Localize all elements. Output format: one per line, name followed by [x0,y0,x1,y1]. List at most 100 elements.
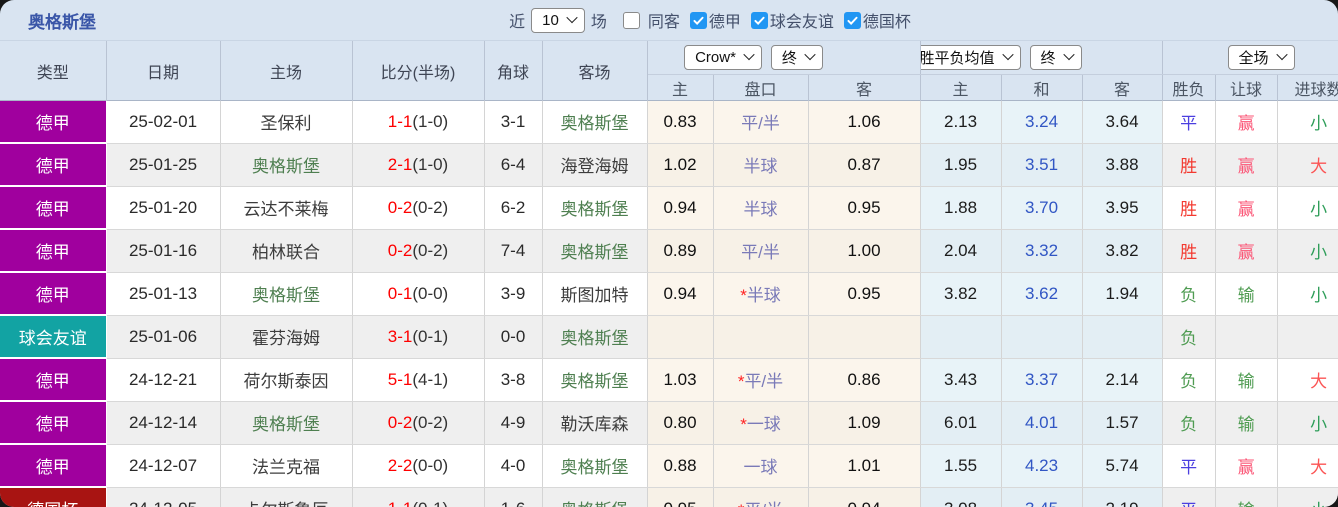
odds-home-cell: 1.03 [647,358,714,402]
handicap-result-value: 赢 [1237,243,1255,262]
away-team-cell: 斯图加特 [542,272,648,316]
filter-group: 同客 德甲 球会友谊 德国杯 [613,8,911,32]
handicap-result-value: 输 [1238,501,1255,507]
odds-home-cell: 0.83 [647,100,714,144]
filter-label[interactable]: 同客 [648,8,680,32]
filter-label[interactable]: 德甲 [709,8,741,32]
avg-time-select[interactable]: 终 [1029,45,1082,70]
handicap-result-value: 输 [1237,372,1255,391]
odds-home-cell: 0.80 [647,401,714,445]
avg-draw-cell: 3.62 [1001,272,1083,316]
halftime-score: (0-0) [412,283,449,303]
avg-draw-value: 3.37 [1024,369,1059,389]
avg-away-value: 5.74 [1105,455,1139,475]
goals-cell: 小 [1277,272,1338,316]
handicap-text: 一球 [743,458,778,477]
checkbox-checked[interactable] [750,11,768,29]
checkbox-checked[interactable] [689,11,707,29]
handicap-text: 一球 [746,415,781,434]
goals-cell: 大 [1277,143,1338,187]
away-team-cell: 勒沃库森 [542,401,648,445]
date-cell: 24-12-05 [106,487,221,507]
sub-header-goals: 进球数 [1277,74,1338,101]
avg-home-cell: 2.04 [920,229,1002,273]
avg-type-select[interactable]: 胜平负均值 [920,45,1021,70]
home-team-name: 柏林联合 [252,243,320,262]
away-team-cell: 奥格斯堡 [542,315,648,359]
checkbox-checked[interactable] [843,11,861,29]
date-cell: 25-01-16 [106,229,221,273]
odds-home-cell: 0.94 [647,272,714,316]
handicap-text: 平/半 [744,372,784,391]
fulltime-score: 0-1 [387,283,413,303]
recent-count-select[interactable]: 10 [531,7,585,33]
handicap-text: 平/半 [744,501,783,507]
odds-away-cell: 0.86 [808,358,921,402]
chevron-down-icon [743,48,755,61]
handicap-result-value: 输 [1237,286,1255,305]
fulltime-score: 0-2 [387,412,413,432]
goals-cell: 小 [1277,229,1338,273]
avg-time-select-value: 终 [1040,50,1056,67]
col-header-home: 主场 [220,41,353,101]
match-row: 德国杯24-12-05卡尔斯鲁厄1-1(0-1)1-6奥格斯堡0.95*平/半0… [0,487,1338,507]
match-row: 德甲 25-01-16 柏林联合 0-2(0-2) 7-4 奥格斯堡 0.89 平/半 1.00… [0,229,1338,273]
chevron-down-icon [1062,48,1075,61]
goals-cell: 大 [1277,358,1338,402]
avg-home-value: 2.04 [943,240,978,260]
home-team-cell: 法兰克福 [220,444,353,488]
goals-cell: 小 [1277,401,1338,445]
handicap-cell: *半球 [713,272,809,316]
bookmaker-select[interactable]: Crow* [684,45,762,70]
avg-draw-value: 3.62 [1024,283,1059,303]
date-cell: 25-01-20 [106,186,221,230]
away-team-name: 奥格斯堡 [560,458,629,477]
scope-select-value: 全场 [1238,50,1269,67]
home-team-name: 云达不莱梅 [243,200,329,219]
halftime-score: (0-1) [412,326,449,346]
avg-away-cell: 5.74 [1082,444,1163,488]
toolbar-controls: 近 10 场 同客 德甲 球会友谊 德国杯 [503,7,911,33]
league-cell: 德甲 [0,100,107,144]
avg-home-cell: 1.55 [920,444,1002,488]
corner-cell: 3-1 [484,100,543,144]
odds-time-select-value: 终 [781,50,797,67]
match-row: 德甲 25-01-20 云达不莱梅 0-2(0-2) 6-2 奥格斯堡 0.94 半球 0.95… [0,186,1338,230]
goals-value: 小 [1310,243,1328,262]
avg-home-value: 1.88 [943,197,978,217]
odds-time-select[interactable]: 终 [770,45,823,70]
filter-item: 德甲 [689,8,741,32]
avg-draw-value: 3.24 [1024,111,1059,131]
match-row: 德甲 25-02-01 圣保利 1-1(1-0) 3-1 奥格斯堡 0.83 平/半 1.06 2… [0,100,1338,144]
handicap-result-value: 赢 [1237,157,1255,176]
scope-select[interactable]: 全场 [1227,45,1295,70]
halftime-score: (1-0) [412,111,449,131]
fulltime-score: 2-1 [387,154,413,174]
filter-item: 同客 [622,8,680,32]
avg-home-value: 1.55 [943,455,978,475]
odds-group-header: Crow* 终 [647,41,921,75]
avg-away-cell: 2.19 [1082,487,1163,507]
col-header-score: 比分(半场) [352,41,485,101]
halftime-score: (0-1) [412,499,448,507]
home-team-name: 法兰克福 [252,458,320,477]
handicap-result-cell: 赢 [1215,444,1278,488]
away-team-name: 奥格斯堡 [561,501,629,507]
filter-label[interactable]: 德国杯 [863,8,911,32]
odds-home-cell [647,315,714,359]
odds-home-cell: 0.88 [647,444,714,488]
result-value: 负 [1180,286,1198,305]
odds-away-cell: 1.00 [808,229,921,273]
odds-away-cell [808,315,921,359]
checkbox-unchecked[interactable] [622,11,640,29]
avg-draw-value: 3.32 [1024,240,1059,260]
corner-cell: 0-0 [484,315,543,359]
filter-label[interactable]: 球会友谊 [770,8,834,32]
result-value: 胜 [1180,157,1198,176]
fulltime-score: 5-1 [387,369,413,389]
match-row: 德甲 24-12-14 奥格斯堡 0-2(0-2) 4-9 勒沃库森 0.80 *一球 1.09… [0,401,1338,445]
date-cell: 25-01-06 [106,315,221,359]
avg-away-cell: 3.95 [1082,186,1163,230]
score-cell: 5-1(4-1) [352,358,485,402]
handicap-text: 平/半 [741,114,780,134]
